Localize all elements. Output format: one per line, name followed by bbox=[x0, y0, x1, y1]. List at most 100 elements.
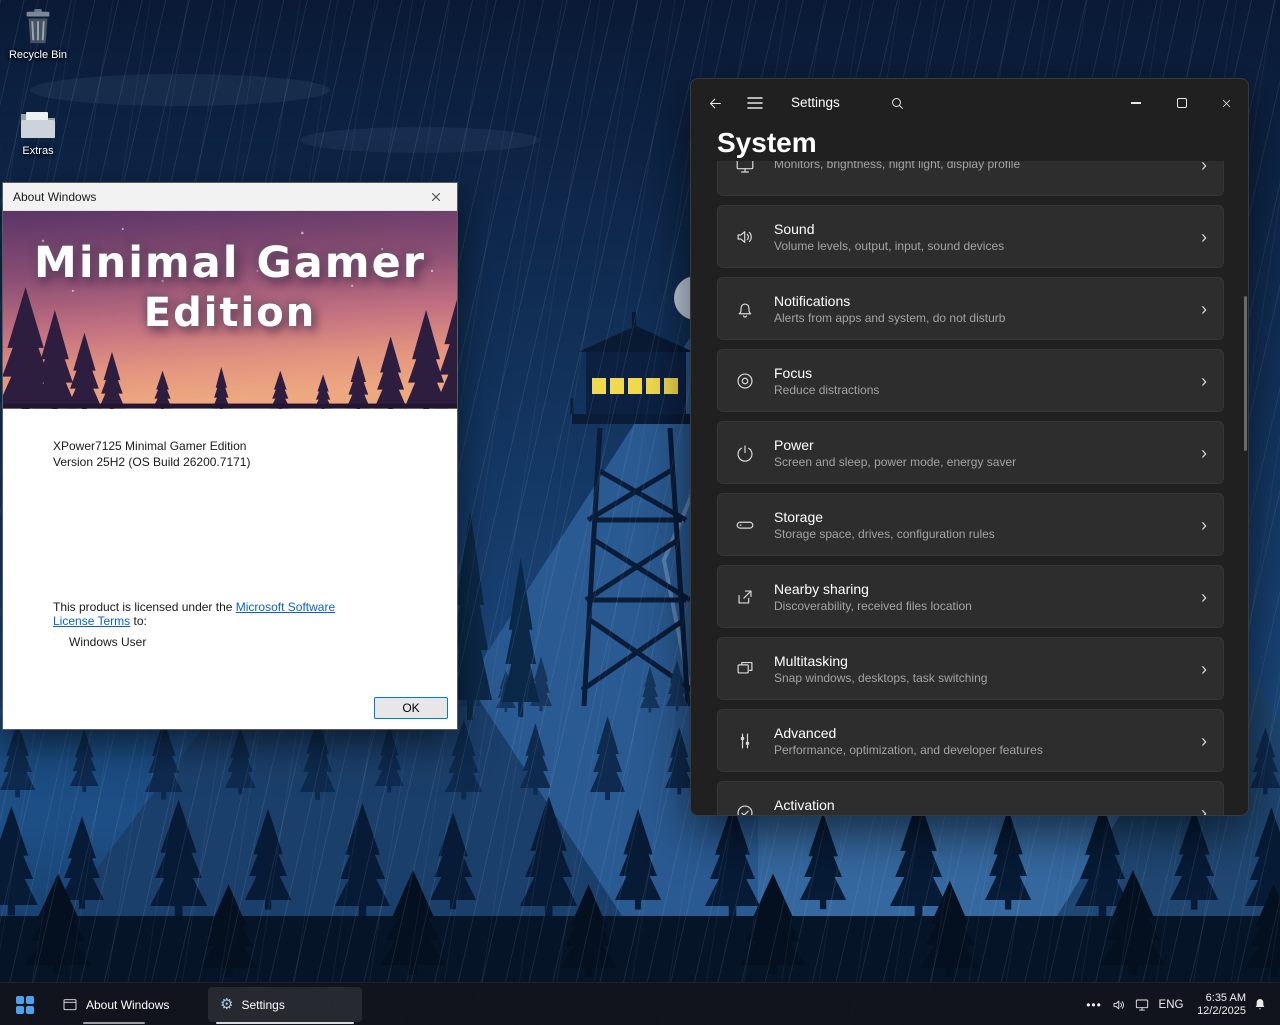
recycle-bin-icon bbox=[21, 8, 55, 46]
license-suffix: to: bbox=[130, 614, 147, 628]
back-button[interactable] bbox=[703, 91, 727, 115]
desktop-icon-label: Recycle Bin bbox=[6, 49, 70, 61]
license-prefix: This product is licensed under the bbox=[53, 600, 236, 614]
about-banner: Minimal Gamer Edition bbox=[3, 211, 457, 409]
settings-item-activation[interactable]: Activation › bbox=[717, 781, 1224, 815]
volume-icon bbox=[1111, 997, 1127, 1013]
tray-network-button[interactable] bbox=[1131, 983, 1153, 1025]
settings-item-storage[interactable]: Storage Storage space, drives, configura… bbox=[717, 493, 1224, 556]
settings-item-title: Activation bbox=[774, 796, 835, 815]
chevron-right-icon: › bbox=[1201, 372, 1207, 390]
licensee-name: Windows User bbox=[69, 634, 146, 650]
product-info: XPower7125 Minimal Gamer Edition Version… bbox=[53, 438, 250, 470]
tray-language-button[interactable]: ENG bbox=[1156, 983, 1186, 1025]
settings-item-subtitle: Reduce distractions bbox=[774, 383, 879, 398]
desktop-icon-label: Extras bbox=[6, 145, 70, 157]
settings-item-subtitle: Alerts from apps and system, do not dist… bbox=[774, 311, 1005, 326]
about-close-button[interactable] bbox=[415, 183, 457, 211]
desktop-icon-extras[interactable]: Extras bbox=[6, 106, 70, 157]
desktop-icon-recycle-bin[interactable]: Recycle Bin bbox=[6, 8, 70, 61]
notification-bell-icon bbox=[1252, 997, 1268, 1013]
settings-item-subtitle: Storage space, drives, configuration rul… bbox=[774, 527, 995, 542]
settings-item-subtitle: Performance, optimization, and developer… bbox=[774, 743, 1043, 758]
back-arrow-icon bbox=[707, 95, 724, 112]
settings-item-focus[interactable]: Focus Reduce distractions › bbox=[717, 349, 1224, 412]
nav-menu-button[interactable] bbox=[743, 91, 767, 115]
settings-item-multitasking[interactable]: Multitasking Snap windows, desktops, tas… bbox=[717, 637, 1224, 700]
gear-icon: ⚙ bbox=[220, 997, 233, 1012]
search-icon bbox=[889, 95, 906, 112]
taskbar: About Windows ⚙ Settings ••• ENG 6:35 AM… bbox=[0, 982, 1280, 1025]
multitasking-windows-icon bbox=[734, 658, 756, 680]
hamburger-menu-icon bbox=[747, 96, 763, 110]
settings-item-title: Nearby sharing bbox=[774, 580, 972, 599]
start-button[interactable] bbox=[8, 988, 42, 1021]
desktop-screen: Recycle Bin Extras About Windows bbox=[0, 0, 1280, 1025]
about-dialog-titlebar[interactable]: About Windows bbox=[3, 183, 457, 211]
chevron-right-icon: › bbox=[1201, 161, 1207, 174]
settings-window-title: Settings bbox=[791, 79, 840, 127]
maximize-button[interactable] bbox=[1159, 80, 1205, 126]
settings-item-subtitle: Discoverability, received files location bbox=[774, 599, 972, 614]
settings-item-advanced[interactable]: Advanced Performance, optimization, and … bbox=[717, 709, 1224, 772]
speaker-icon bbox=[734, 226, 756, 248]
ok-button[interactable]: OK bbox=[374, 697, 448, 719]
settings-item-title: Advanced bbox=[774, 724, 1043, 743]
settings-item-title: Notifications bbox=[774, 292, 1005, 311]
monitor-icon bbox=[734, 161, 756, 176]
task-indicator-settings bbox=[216, 1022, 354, 1024]
activation-check-icon bbox=[734, 802, 756, 816]
chevron-right-icon: › bbox=[1201, 660, 1207, 678]
chevron-right-icon: › bbox=[1201, 804, 1207, 816]
settings-item-subtitle: Screen and sleep, power mode, energy sav… bbox=[774, 455, 1016, 470]
clock-date: 12/2/2025 bbox=[1197, 1005, 1246, 1018]
settings-item-power[interactable]: Power Screen and sleep, power mode, ener… bbox=[717, 421, 1224, 484]
license-paragraph: This product is licensed under the Micro… bbox=[53, 601, 353, 628]
chevron-right-icon: › bbox=[1201, 444, 1207, 462]
chevron-right-icon: › bbox=[1201, 516, 1207, 534]
taskbar-button-about-windows[interactable]: About Windows bbox=[50, 987, 181, 1022]
settings-item-title: Focus bbox=[774, 364, 879, 383]
sliders-icon bbox=[734, 730, 756, 752]
scrollbar-thumb[interactable] bbox=[1244, 296, 1247, 451]
banner-title-line2: Edition bbox=[3, 289, 457, 337]
bell-icon bbox=[734, 298, 756, 320]
settings-item-subtitle: Monitors, brightness, night light, displ… bbox=[774, 161, 1020, 172]
about-dialog-title: About Windows bbox=[13, 183, 96, 211]
settings-item-title: Power bbox=[774, 436, 1016, 455]
window-document-icon bbox=[62, 997, 78, 1013]
network-monitor-icon bbox=[1134, 997, 1150, 1013]
settings-item-subtitle bbox=[774, 815, 835, 816]
minimize-button[interactable] bbox=[1113, 80, 1159, 126]
settings-item-display[interactable]: Monitors, brightness, night light, displ… bbox=[717, 161, 1224, 196]
maximize-icon bbox=[1177, 98, 1187, 108]
close-icon bbox=[430, 191, 442, 203]
taskbar-button-settings[interactable]: ⚙ Settings bbox=[208, 987, 362, 1022]
tray-overflow-button[interactable]: ••• bbox=[1082, 983, 1106, 1025]
banner-title-line1: Minimal Gamer bbox=[3, 237, 457, 289]
search-button[interactable] bbox=[885, 91, 909, 115]
tray-volume-button[interactable] bbox=[1108, 983, 1130, 1025]
settings-item-notifications[interactable]: Notifications Alerts from apps and syste… bbox=[717, 277, 1224, 340]
taskbar-button-label: Settings bbox=[241, 998, 284, 1012]
clock-time: 6:35 AM bbox=[1206, 992, 1246, 1005]
page-title: System bbox=[717, 125, 817, 161]
tray-notifications-button[interactable] bbox=[1248, 983, 1272, 1025]
chevron-right-icon: › bbox=[1201, 732, 1207, 750]
settings-list: Monitors, brightness, night light, displ… bbox=[717, 161, 1224, 815]
settings-item-title: Storage bbox=[774, 508, 995, 527]
share-icon bbox=[734, 586, 756, 608]
storage-drive-icon bbox=[734, 514, 756, 536]
banner-title: Minimal Gamer Edition bbox=[3, 237, 457, 337]
close-button[interactable] bbox=[1203, 80, 1249, 126]
close-icon bbox=[1220, 97, 1233, 110]
settings-item-sound[interactable]: Sound Volume levels, output, input, soun… bbox=[717, 205, 1224, 268]
minimize-icon bbox=[1131, 102, 1141, 103]
settings-titlebar[interactable]: Settings bbox=[691, 79, 1248, 127]
start-icon bbox=[16, 996, 34, 1014]
tray-clock[interactable]: 6:35 AM 12/2/2025 bbox=[1188, 983, 1246, 1025]
settings-item-title: Sound bbox=[774, 220, 1004, 239]
settings-item-nearby-sharing[interactable]: Nearby sharing Discoverability, received… bbox=[717, 565, 1224, 628]
power-icon bbox=[734, 442, 756, 464]
chevron-right-icon: › bbox=[1201, 300, 1207, 318]
